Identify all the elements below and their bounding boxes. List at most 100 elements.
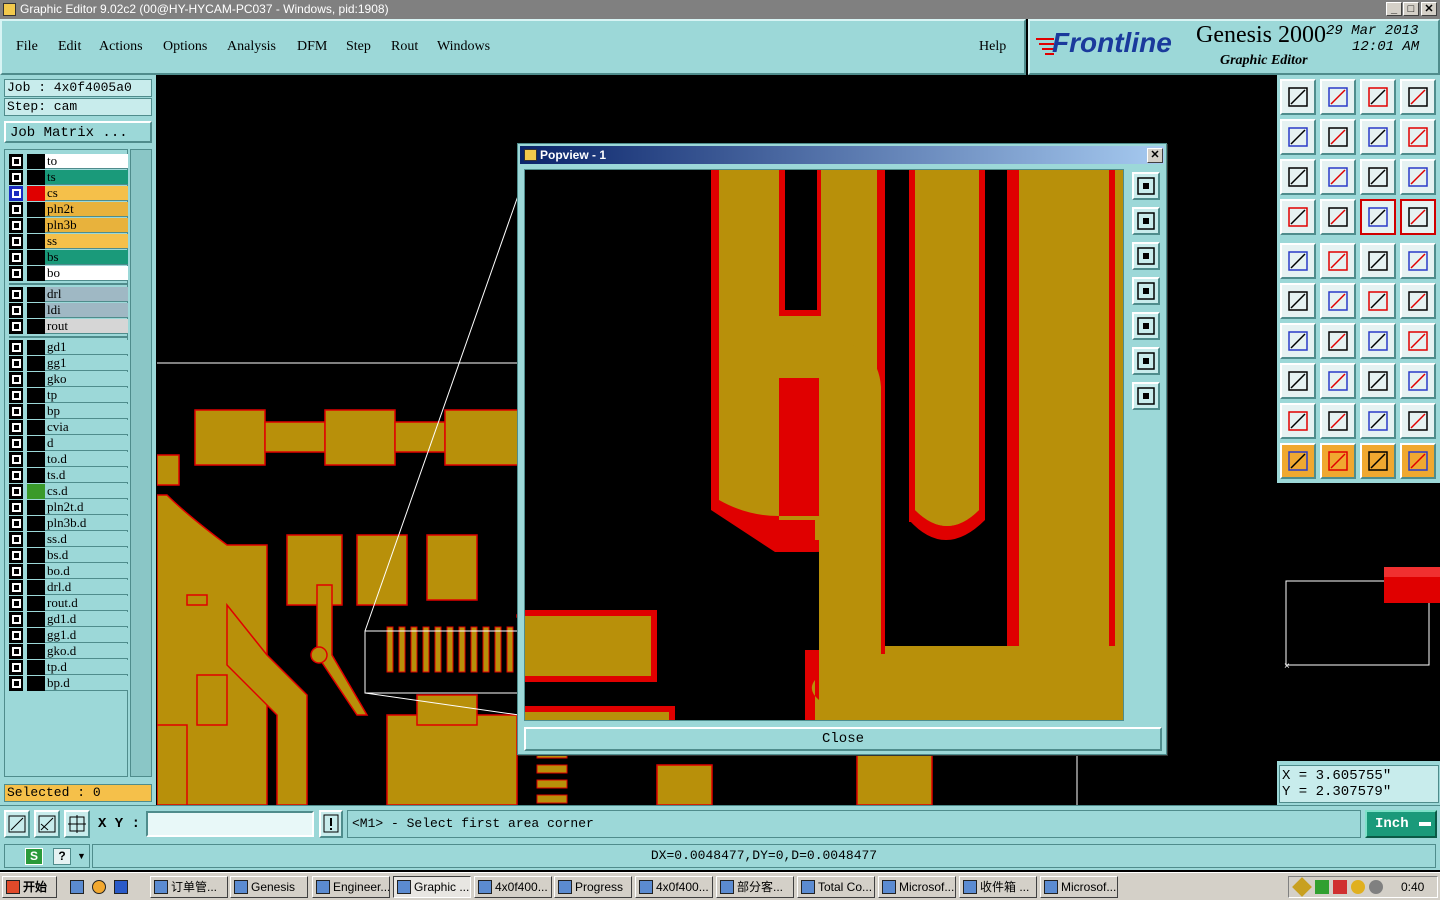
move-right-icon[interactable] [1320, 119, 1356, 155]
layer-color-swatch[interactable] [27, 484, 45, 499]
layer-row-gd1[interactable]: gd1 [9, 340, 128, 355]
filter-icon[interactable] [1280, 199, 1316, 235]
grid-snap-icon[interactable] [64, 810, 90, 838]
info-icon[interactable] [319, 810, 343, 838]
menu-rout[interactable]: Rout [391, 39, 418, 55]
layer-checkbox[interactable] [9, 372, 23, 387]
undo-view-icon[interactable] [1360, 119, 1396, 155]
layer-color-swatch[interactable] [27, 218, 45, 233]
connect-nodes-icon[interactable] [1280, 283, 1316, 319]
layer-row-tp[interactable]: tp [9, 388, 128, 403]
layer-row-bo-d[interactable]: bo.d [9, 564, 128, 579]
move-left-icon[interactable] [1280, 119, 1316, 155]
task-button[interactable]: Microsof... [1040, 876, 1118, 898]
layer-color-swatch[interactable] [27, 154, 45, 169]
layer-color-swatch[interactable] [27, 660, 45, 675]
layer-row-bs[interactable]: bs [9, 250, 128, 265]
ruler-icon[interactable] [1360, 243, 1396, 279]
pv-zoom-icon[interactable] [1132, 172, 1160, 200]
layer-checkbox[interactable] [9, 154, 23, 169]
layer-checkbox[interactable] [9, 266, 23, 281]
layer-color-swatch[interactable] [27, 644, 45, 659]
layers-config-icon[interactable] [1400, 199, 1436, 235]
layer-color-swatch[interactable] [27, 250, 45, 265]
dot-icon[interactable] [1400, 243, 1436, 279]
triangle-b-icon[interactable] [1320, 403, 1356, 439]
job-matrix-button[interactable]: Job Matrix ... [4, 121, 152, 143]
expand-icon[interactable]: ▼ [77, 851, 86, 861]
move-down-icon[interactable] [1320, 79, 1356, 115]
layer-row-bp[interactable]: bp [9, 404, 128, 419]
layer-row-gd1-d[interactable]: gd1.d [9, 612, 128, 627]
layer-row-pln3b-d[interactable]: pln3b.d [9, 516, 128, 531]
tray-icon-4[interactable] [1351, 880, 1365, 894]
layer-checkbox[interactable] [9, 340, 23, 355]
layer-row-pln2t[interactable]: pln2t [9, 202, 128, 217]
pointer-icon[interactable] [1280, 443, 1316, 479]
layer-color-swatch[interactable] [27, 596, 45, 611]
layer-checkbox[interactable] [9, 234, 23, 249]
center-icon[interactable] [1320, 159, 1356, 195]
layer-checkbox[interactable] [9, 500, 23, 515]
layer-checkbox[interactable] [9, 452, 23, 467]
menu-analysis[interactable]: Analysis [227, 39, 276, 55]
pad-select-icon[interactable] [1280, 243, 1316, 279]
layer-row-cs-d[interactable]: cs.d [9, 484, 128, 499]
window-title-bar[interactable]: Graphic Editor 9.02c2 (00@HY-HYCAM-PC037… [0, 0, 1440, 19]
pv-center-icon[interactable] [1132, 382, 1160, 410]
task-button[interactable]: Progress [554, 876, 632, 898]
layer-checkbox[interactable] [9, 186, 23, 201]
task-button[interactable]: Graphic ... [393, 876, 471, 898]
layer-row-cvia[interactable]: cvia [9, 420, 128, 435]
layers-toggle-icon[interactable] [1360, 199, 1396, 235]
show-desktop-icon[interactable] [70, 880, 84, 894]
xy-input[interactable] [146, 811, 314, 837]
layer-color-swatch[interactable] [27, 372, 45, 387]
task-button[interactable]: Total Co... [797, 876, 875, 898]
layer-checkbox[interactable] [9, 404, 23, 419]
layer-color-swatch[interactable] [27, 356, 45, 371]
layer-row-bs-d[interactable]: bs.d [9, 548, 128, 563]
layer-checkbox[interactable] [9, 287, 23, 302]
pointer-box-icon[interactable] [1320, 443, 1356, 479]
layer-checkbox[interactable] [9, 388, 23, 403]
tray-icon-1[interactable] [1292, 877, 1312, 897]
task-button[interactable]: Genesis [230, 876, 308, 898]
tray-icon-2[interactable] [1315, 880, 1329, 894]
layer-checkbox[interactable] [9, 319, 23, 334]
menu-dfm[interactable]: DFM [297, 39, 327, 55]
layer-color-swatch[interactable] [27, 500, 45, 515]
task-button[interactable]: 订单管... [150, 876, 228, 898]
move-up-icon[interactable] [1280, 79, 1316, 115]
pad-node-icon[interactable] [1280, 363, 1316, 399]
home-icon[interactable] [1360, 79, 1396, 115]
menu-file[interactable]: File [16, 39, 38, 55]
layer-checkbox[interactable] [9, 628, 23, 643]
layer-checkbox[interactable] [9, 644, 23, 659]
layer-row-cs[interactable]: cs [9, 186, 128, 201]
short-line-icon[interactable] [1320, 363, 1356, 399]
layer-checkbox[interactable] [9, 612, 23, 627]
layer-checkbox[interactable] [9, 420, 23, 435]
pv-right-icon[interactable] [1132, 312, 1160, 340]
script-icon[interactable]: S [25, 848, 43, 865]
layer-color-swatch[interactable] [27, 234, 45, 249]
menu-edit[interactable]: Edit [58, 39, 81, 55]
s-curve-icon[interactable] [1400, 119, 1436, 155]
maximize-button[interactable]: □ [1403, 2, 1419, 16]
layer-checkbox[interactable] [9, 468, 23, 483]
layer-row-pln2t-d[interactable]: pln2t.d [9, 500, 128, 515]
layer-checkbox[interactable] [9, 516, 23, 531]
layer-checkbox[interactable] [9, 356, 23, 371]
layer-row-ldi[interactable]: ldi [9, 303, 128, 318]
task-button[interactable]: 4x0f400... [635, 876, 713, 898]
pv-down-icon[interactable] [1132, 242, 1160, 270]
measure-icon[interactable] [34, 810, 60, 838]
cross-node-icon[interactable] [1320, 283, 1356, 319]
close-window-button[interactable]: ✕ [1421, 2, 1437, 16]
layer-checkbox[interactable] [9, 484, 23, 499]
layer-color-swatch[interactable] [27, 340, 45, 355]
layer-checkbox[interactable] [9, 202, 23, 217]
layer-row-drl-d[interactable]: drl.d [9, 580, 128, 595]
tray-icon-3[interactable] [1333, 880, 1347, 894]
